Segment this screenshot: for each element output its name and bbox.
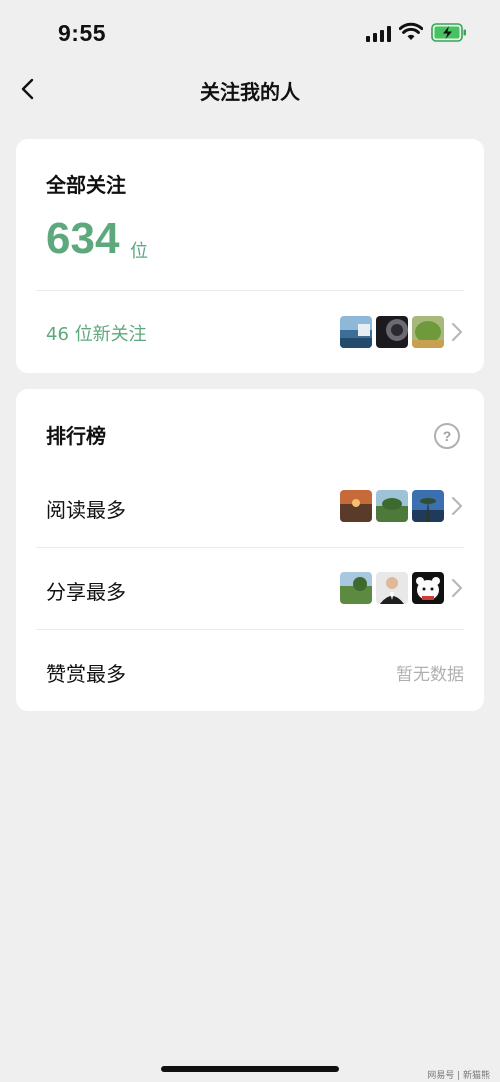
ranking-row-label: 阅读最多 <box>46 498 126 522</box>
cellular-signal-icon <box>366 26 392 42</box>
avatar <box>412 572 444 604</box>
ranking-row-most-read[interactable]: 阅读最多 <box>16 469 484 547</box>
ranking-title: 排行榜 <box>46 424 106 448</box>
avatar <box>340 316 372 348</box>
ranking-row-most-tipped[interactable]: 赞赏最多 暂无数据 <box>16 630 484 711</box>
avatar <box>376 316 408 348</box>
new-followers-text: 46 位新关注 <box>46 324 147 345</box>
home-indicator[interactable] <box>161 1066 339 1072</box>
avatar <box>412 316 444 348</box>
avatar <box>340 572 372 604</box>
chevron-right-icon <box>452 323 462 341</box>
avatar <box>376 572 408 604</box>
followers-card: 全部关注 634 位 46 位新关注 <box>16 139 484 373</box>
most-shared-avatars <box>340 572 444 604</box>
battery-charging-icon <box>431 23 466 42</box>
all-followers-label: 全部关注 <box>46 173 126 197</box>
status-bar: 9:55 <box>0 0 500 66</box>
chevron-right-icon <box>452 579 462 597</box>
avatar <box>376 490 408 522</box>
ranking-row-most-shared[interactable]: 分享最多 <box>16 548 484 630</box>
ranking-row-label: 分享最多 <box>46 580 126 604</box>
avatar <box>340 490 372 522</box>
avatar <box>412 490 444 522</box>
watermark: 网易号 | 新猫熊 <box>427 1071 490 1081</box>
nav-bar: 关注我的人 <box>0 66 500 112</box>
page-title: 关注我的人 <box>200 80 300 104</box>
help-icon[interactable]: ? <box>434 423 460 449</box>
ranking-card: 排行榜 ? 阅读最多 分享最多 赞赏最多 暂无数据 <box>16 389 484 711</box>
most-read-avatars <box>340 490 444 522</box>
ranking-row-label: 赞赏最多 <box>46 662 126 686</box>
chevron-right-icon <box>452 497 462 515</box>
followers-count-unit: 位 <box>130 241 148 262</box>
no-data-text: 暂无数据 <box>396 665 464 685</box>
new-followers-avatars <box>340 316 444 348</box>
followers-count: 634 <box>46 214 120 263</box>
status-time: 9:55 <box>58 20 107 46</box>
new-followers-row[interactable]: 46 位新关注 <box>16 291 484 373</box>
wifi-icon <box>399 22 423 40</box>
